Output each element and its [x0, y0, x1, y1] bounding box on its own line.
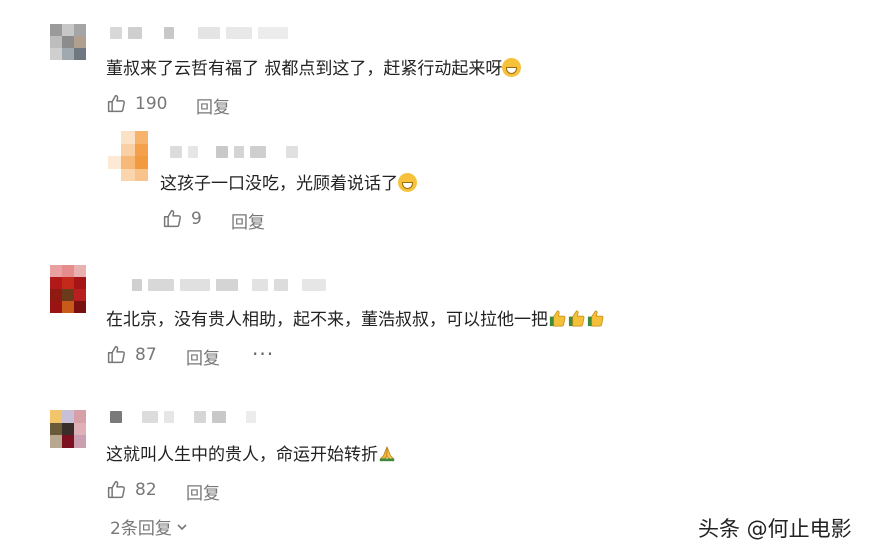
- thumbs-up-outline-icon: [162, 208, 183, 229]
- watermark: 头条 @何止电影: [698, 517, 852, 541]
- comment-text: 在北京，没有贵人相助，起不来，董浩叔叔，可以拉他一把: [106, 308, 605, 332]
- like-count: 82: [135, 479, 157, 500]
- reply-button[interactable]: 回复: [231, 208, 265, 233]
- username-obscured[interactable]: [132, 278, 326, 292]
- thumbs-up-outline-icon: [106, 344, 127, 365]
- reply-button[interactable]: 回复: [186, 479, 220, 504]
- reply-username-obscured[interactable]: [170, 145, 298, 159]
- like-count: 9: [191, 208, 202, 229]
- reply-avatar[interactable]: [108, 131, 148, 181]
- like-count: 190: [135, 93, 168, 114]
- grinning-emoji-icon: [502, 58, 522, 77]
- avatar[interactable]: [50, 24, 86, 60]
- like-button[interactable]: 87: [106, 344, 157, 365]
- folded-hands-emoji-icon: [378, 445, 396, 465]
- comment-body: 在北京，没有贵人相助，起不来，董浩叔叔，可以拉他一把: [106, 310, 548, 330]
- grinning-emoji-icon: [398, 173, 417, 192]
- comment-body: 这就叫人生中的贵人，命运开始转折: [106, 445, 378, 465]
- comment-text: 这就叫人生中的贵人，命运开始转折: [106, 443, 396, 467]
- avatar[interactable]: [50, 265, 86, 313]
- reply-button[interactable]: 回复: [186, 344, 220, 369]
- reply-body: 这孩子一口没吃，光顾着说话了: [160, 174, 398, 194]
- comment-text: 董叔来了云哲有福了 叔都点到这了，赶紧行动起来呀: [106, 57, 522, 81]
- username-obscured[interactable]: [110, 26, 288, 40]
- thumbs-up-emoji-icon: [548, 310, 605, 330]
- thumbs-up-outline-icon: [106, 93, 127, 114]
- like-button[interactable]: 190: [106, 93, 167, 114]
- reply-button[interactable]: 回复: [196, 93, 230, 118]
- thumbs-up-outline-icon: [106, 479, 127, 500]
- more-options-button[interactable]: ···: [252, 342, 274, 366]
- username-obscured[interactable]: [110, 410, 256, 424]
- like-button[interactable]: 82: [106, 479, 157, 500]
- avatar[interactable]: [50, 410, 86, 448]
- like-count: 87: [135, 344, 157, 365]
- chevron-down-icon: [177, 523, 187, 530]
- comment-body: 董叔来了云哲有福了 叔都点到这了，赶紧行动起来呀: [106, 59, 503, 79]
- like-button[interactable]: 9: [162, 208, 202, 229]
- expand-replies-button[interactable]: 2条回复: [110, 514, 189, 539]
- reply-text: 这孩子一口没吃，光顾着说话了: [160, 172, 417, 196]
- replies-toggle-label: 2条回复: [110, 519, 172, 539]
